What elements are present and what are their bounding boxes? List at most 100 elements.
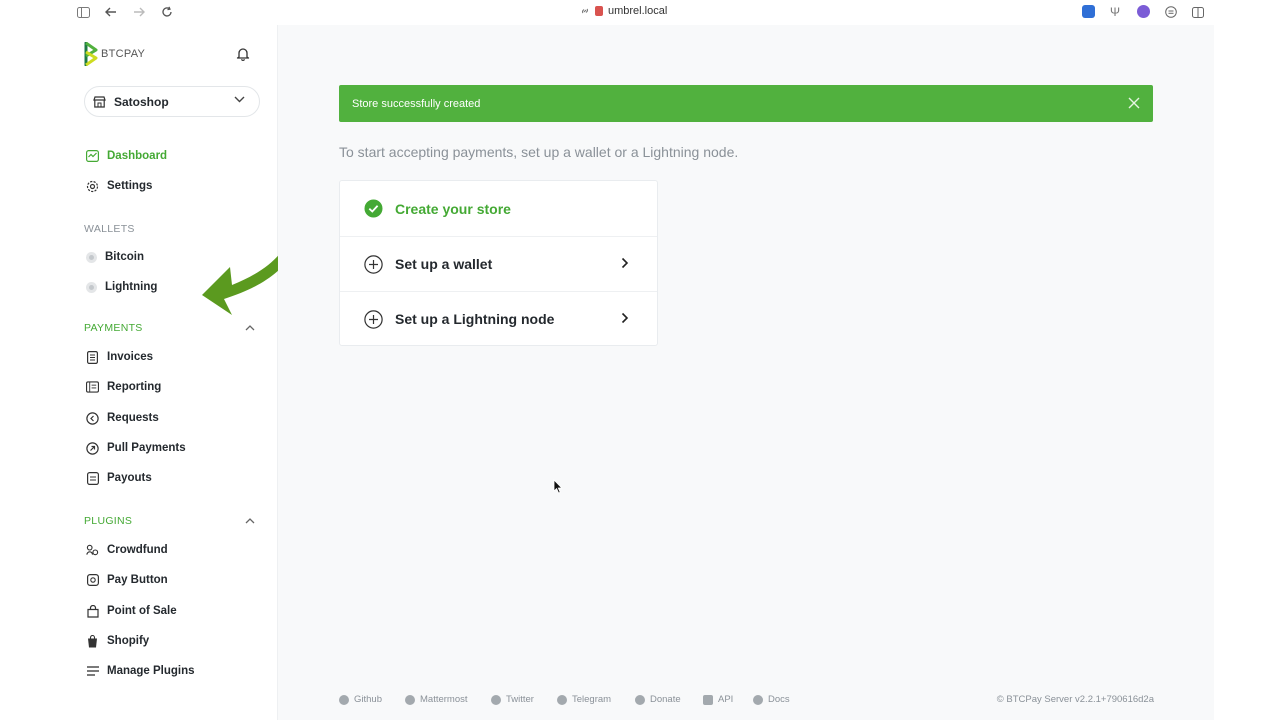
plugins-section-title[interactable]: PLUGINS bbox=[84, 515, 132, 527]
link-icon bbox=[581, 8, 589, 14]
point-of-sale-icon bbox=[86, 604, 99, 618]
footer-link-donate[interactable]: Donate bbox=[635, 694, 681, 705]
store-name: Satoshop bbox=[114, 94, 169, 109]
lock-icon bbox=[595, 6, 603, 16]
footer-link-github[interactable]: Github bbox=[339, 694, 382, 705]
chevron-up-icon[interactable] bbox=[245, 323, 255, 333]
footer-link-telegram[interactable]: Telegram bbox=[557, 694, 611, 705]
wallets-section-title: WALLETS bbox=[84, 223, 135, 235]
nav-dashboard[interactable]: Dashboard bbox=[86, 147, 167, 165]
footer-link-twitter[interactable]: Twitter bbox=[491, 694, 534, 705]
footer: Github Mattermost Twitter Telegram Donat… bbox=[339, 694, 1154, 708]
wallet-status-icon bbox=[86, 251, 97, 263]
forward-icon[interactable] bbox=[132, 5, 146, 19]
sidebar: BTCPAY Satoshop Dashboard Settings WALLE… bbox=[66, 25, 300, 720]
step-setup-lightning[interactable]: Set up a Lightning node bbox=[340, 291, 657, 346]
footer-link-label: Docs bbox=[768, 694, 790, 705]
trident-icon[interactable]: Ψ bbox=[1108, 5, 1122, 19]
gear-icon bbox=[86, 180, 99, 193]
nav-wallet-lightning[interactable]: Lightning bbox=[86, 278, 157, 296]
footer-link-label: Mattermost bbox=[420, 694, 468, 705]
nav-label: Requests bbox=[107, 412, 159, 424]
invoice-icon bbox=[86, 350, 99, 364]
mattermost-icon bbox=[405, 694, 415, 705]
mouse-cursor-icon bbox=[553, 479, 563, 494]
nav-pay-button[interactable]: Pay Button bbox=[86, 571, 168, 589]
dashboard-icon bbox=[86, 150, 99, 163]
chevron-up-icon[interactable] bbox=[245, 516, 255, 526]
nav-requests[interactable]: Requests bbox=[86, 409, 159, 427]
nav-label: Pay Button bbox=[107, 574, 168, 586]
close-icon[interactable] bbox=[1127, 96, 1141, 110]
btcpay-logo[interactable]: BTCPAY bbox=[84, 42, 145, 66]
manage-plugins-icon bbox=[86, 665, 99, 678]
nav-invoices[interactable]: Invoices bbox=[86, 348, 153, 366]
nav-label: Point of Sale bbox=[107, 605, 177, 617]
wallet-status-icon bbox=[86, 281, 97, 293]
setup-steps-card: Create your store Set up a wallet Set up… bbox=[339, 180, 658, 346]
intro-text: To start accepting payments, set up a wa… bbox=[339, 144, 739, 160]
nav-label: Crowdfund bbox=[107, 544, 168, 556]
back-icon[interactable] bbox=[104, 5, 118, 19]
nav-crowdfund[interactable]: Crowdfund bbox=[86, 541, 168, 559]
footer-link-mattermost[interactable]: Mattermost bbox=[405, 694, 468, 705]
step-label: Set up a wallet bbox=[395, 256, 493, 272]
nav-label: Manage Plugins bbox=[107, 665, 195, 677]
pay-button-icon bbox=[86, 574, 99, 587]
chevron-right-icon bbox=[621, 312, 629, 324]
nav-wallet-bitcoin[interactable]: Bitcoin bbox=[86, 248, 144, 266]
nav-label: Payouts bbox=[107, 472, 152, 484]
footer-link-label: Twitter bbox=[506, 694, 534, 705]
notes-icon[interactable] bbox=[1164, 5, 1178, 19]
btcpay-logo-icon bbox=[84, 42, 98, 66]
logo-text: BTCPAY bbox=[101, 48, 146, 60]
sidebar-toggle-icon[interactable] bbox=[76, 5, 90, 19]
requests-icon bbox=[86, 411, 99, 425]
split-view-icon[interactable] bbox=[1191, 5, 1205, 19]
nav-reporting[interactable]: Reporting bbox=[86, 378, 161, 396]
chevron-down-icon bbox=[234, 96, 245, 103]
nav-label: Settings bbox=[107, 180, 153, 192]
payments-section-title[interactable]: PAYMENTS bbox=[84, 322, 143, 334]
plus-circle-icon bbox=[364, 309, 383, 329]
main-content: Store successfully created To start acce… bbox=[278, 25, 1214, 720]
nav-label: Pull Payments bbox=[107, 442, 186, 454]
step-setup-wallet[interactable]: Set up a wallet bbox=[340, 236, 657, 291]
pull-payments-icon bbox=[86, 441, 99, 455]
extension-icon[interactable] bbox=[1082, 5, 1095, 18]
docs-icon bbox=[753, 694, 763, 705]
notification-bell-icon[interactable] bbox=[236, 47, 250, 61]
footer-link-label: Telegram bbox=[572, 694, 612, 705]
nav-label: Bitcoin bbox=[105, 251, 144, 263]
github-icon bbox=[339, 694, 349, 705]
nav-settings[interactable]: Settings bbox=[86, 177, 152, 195]
api-icon bbox=[703, 694, 713, 705]
copyright: © BTCPay Server v2.2.1+790616d2a bbox=[996, 694, 1154, 705]
footer-link-label: Github bbox=[354, 694, 382, 705]
reporting-icon bbox=[86, 381, 99, 394]
nav-payouts[interactable]: Payouts bbox=[86, 469, 152, 487]
address-bar[interactable]: umbrel.local bbox=[580, 5, 667, 17]
telegram-icon bbox=[557, 694, 567, 705]
step-create-store: Create your store bbox=[340, 181, 657, 236]
nav-label: Reporting bbox=[107, 381, 162, 393]
store-icon bbox=[93, 95, 106, 108]
footer-link-label: API bbox=[718, 694, 734, 705]
nav-pull-payments[interactable]: Pull Payments bbox=[86, 439, 186, 457]
footer-link-api[interactable]: API bbox=[703, 694, 733, 705]
browser-window: umbrel.local Ψ BTCPAY Satoshop Dashboard… bbox=[66, 0, 1214, 720]
crowdfund-icon bbox=[86, 544, 99, 557]
reload-icon[interactable] bbox=[160, 5, 174, 19]
twitter-icon bbox=[491, 694, 501, 705]
nav-manage-plugins[interactable]: Manage Plugins bbox=[86, 662, 195, 680]
nav-label: Shopify bbox=[107, 635, 150, 647]
payouts-icon bbox=[86, 471, 99, 485]
alert-message: Store successfully created bbox=[352, 97, 481, 110]
nav-label: Lightning bbox=[105, 281, 158, 293]
success-alert: Store successfully created bbox=[339, 85, 1153, 122]
store-selector[interactable]: Satoshop bbox=[84, 86, 260, 117]
footer-link-docs[interactable]: Docs bbox=[753, 694, 790, 705]
nav-point-of-sale[interactable]: Point of Sale bbox=[86, 602, 177, 620]
nav-shopify[interactable]: Shopify bbox=[86, 632, 149, 650]
extension-icon[interactable] bbox=[1137, 5, 1150, 18]
